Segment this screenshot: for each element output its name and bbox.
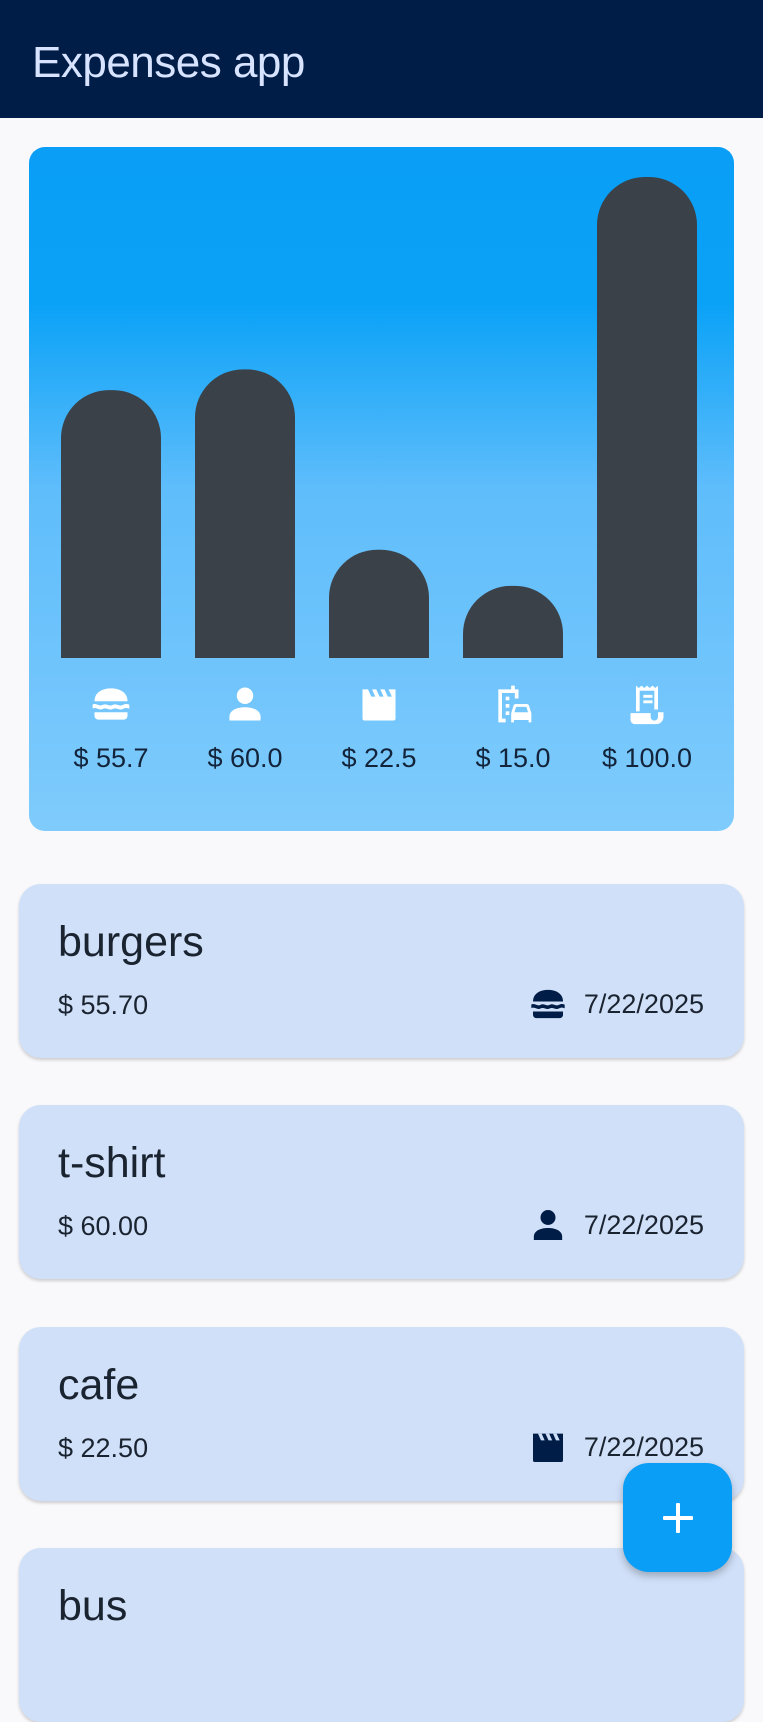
person-icon [229,687,261,721]
bar-chart-canvas [61,177,697,658]
chart-bar-clothes [195,369,295,658]
app-bar: Expenses app [0,0,763,118]
bar-value-label: $ 60.0 [207,743,283,773]
app-title: Expenses app [32,38,305,87]
expense-card-t-shirt[interactable]: t-shirt $ 60.00 7/22/2025 [19,1105,744,1279]
person-icon [533,1210,563,1240]
expense-card-bus[interactable]: bus [19,1548,744,1722]
bar-value-label: $ 100.0 [601,743,693,773]
expense-date: 7/22/2025 [583,1209,704,1240]
receipt-icon [630,685,664,725]
expense-meta: 7/22/2025 [528,1205,704,1245]
expense-amount: $ 55.70 [58,990,149,1020]
expense-amount: $ 22.50 [58,1433,149,1463]
expense-date: 7/22/2025 [583,1431,704,1462]
chart-bar-travel [463,585,563,658]
expense-title: t-shirt [58,1139,166,1187]
bar-value-label: $ 55.7 [73,743,149,773]
bar-value-label: $ 15.0 [475,743,551,773]
expense-amount: $ 60.00 [58,1211,149,1241]
expense-meta: 7/22/2025 [528,1427,704,1467]
plus-icon [662,1502,693,1533]
chart-bar-food [61,390,161,658]
expense-title: bus [58,1582,128,1630]
chart-bar-leisure [329,549,429,658]
add-expense-button[interactable] [623,1463,732,1572]
chart-bar-bills [597,177,697,658]
bar-value-label: $ 22.5 [341,743,417,773]
burger-icon [531,989,565,1019]
expense-title: burgers [58,918,204,966]
burger-icon [92,688,130,720]
expense-card-burgers[interactable]: burgers $ 55.70 7/22/2025 [19,884,744,1058]
expense-title: cafe [58,1361,140,1409]
expenses-chart: $ 55.7 $ 60.0 $ 22.5 $ 15.0 $ 100.0 [29,147,734,831]
expense-date: 7/22/2025 [583,988,704,1019]
city-car-icon [498,685,532,723]
clapperboard-icon [362,689,396,721]
clapperboard-icon [532,1433,563,1462]
expense-meta: 7/22/2025 [528,984,704,1024]
